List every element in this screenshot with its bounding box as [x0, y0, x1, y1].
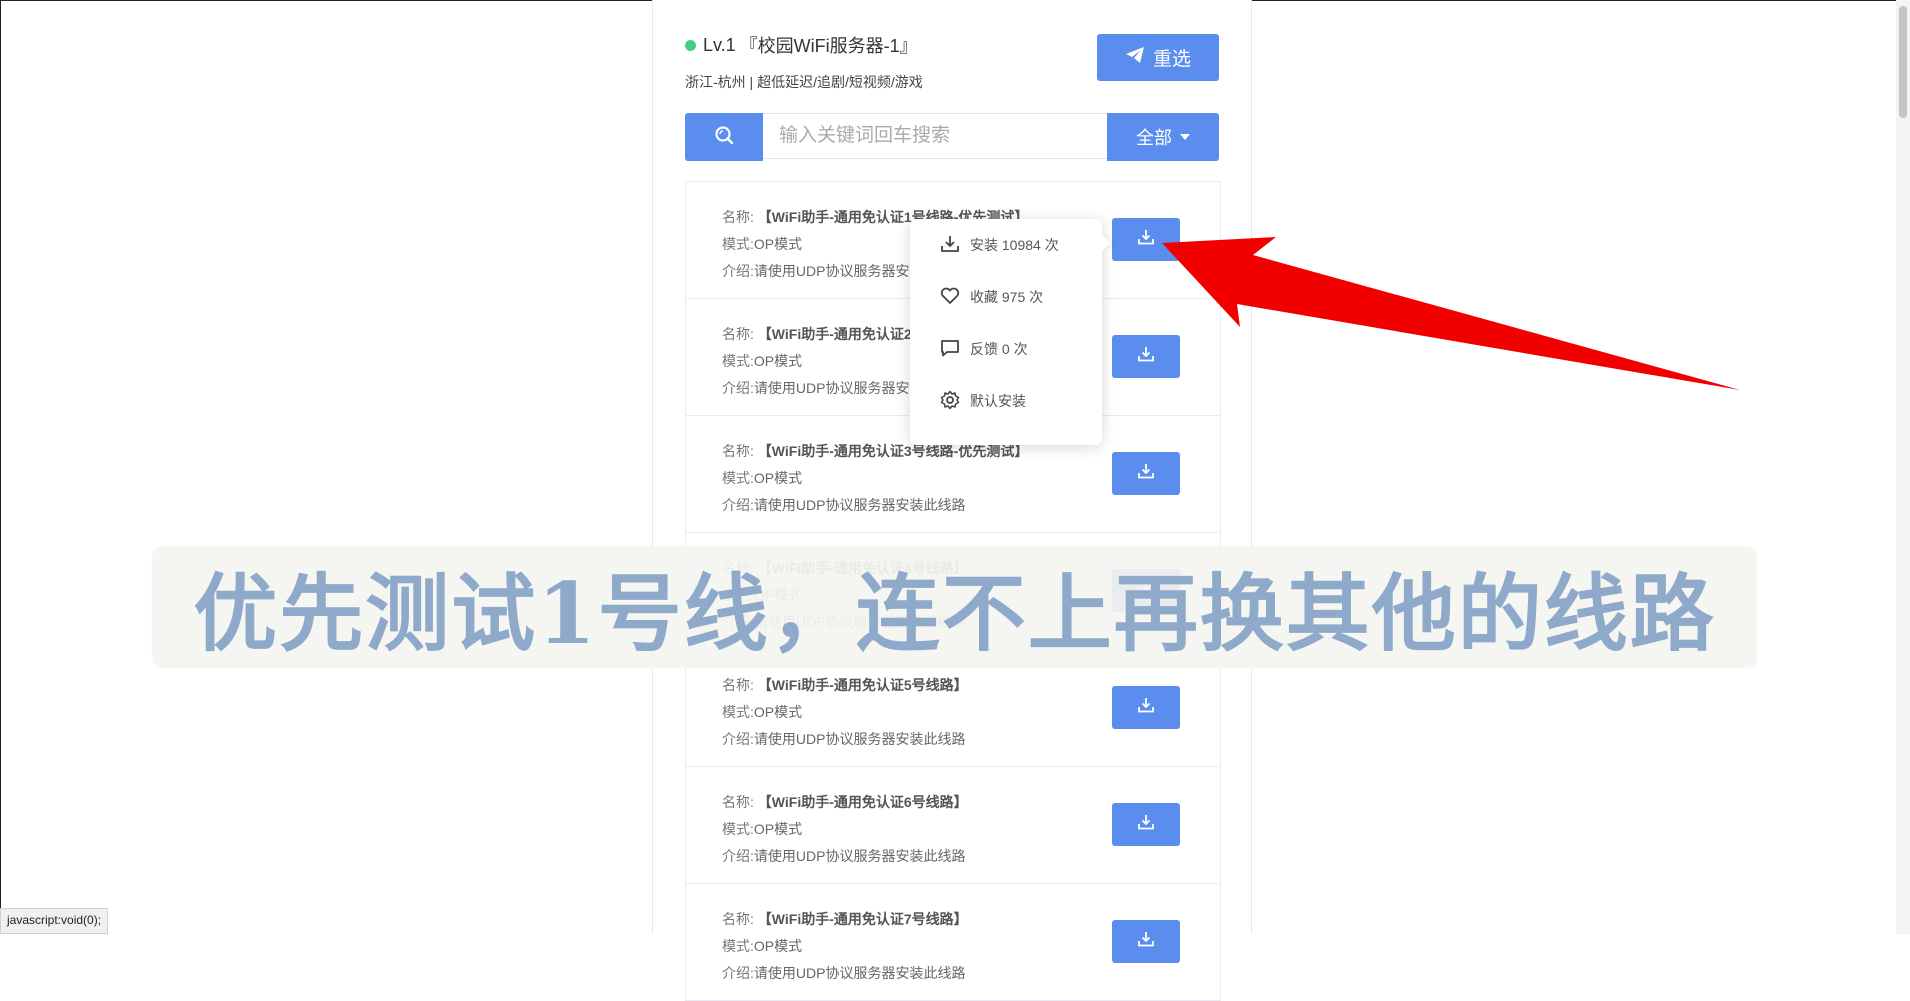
line-intro-row: 介绍:请使用UDP协议服务器安装此线路 [722, 960, 1220, 987]
line-intro: 请使用UDP协议服务器安装此线路 [753, 965, 966, 981]
scrollbar-thumb[interactable] [1899, 6, 1907, 118]
mode-key: 模式: [722, 938, 754, 954]
vertical-scrollbar[interactable] [1896, 0, 1910, 934]
status-bar-url: javascript:void(0); [0, 908, 109, 934]
annotation-arrow [1162, 237, 1740, 390]
intro-key: 介绍: [722, 965, 754, 981]
line-mode: OP模式 [753, 938, 803, 954]
caption-text: 优先测试1号线，连不上再换其他的线路 [193, 563, 1716, 663]
download-icon [1137, 931, 1155, 952]
